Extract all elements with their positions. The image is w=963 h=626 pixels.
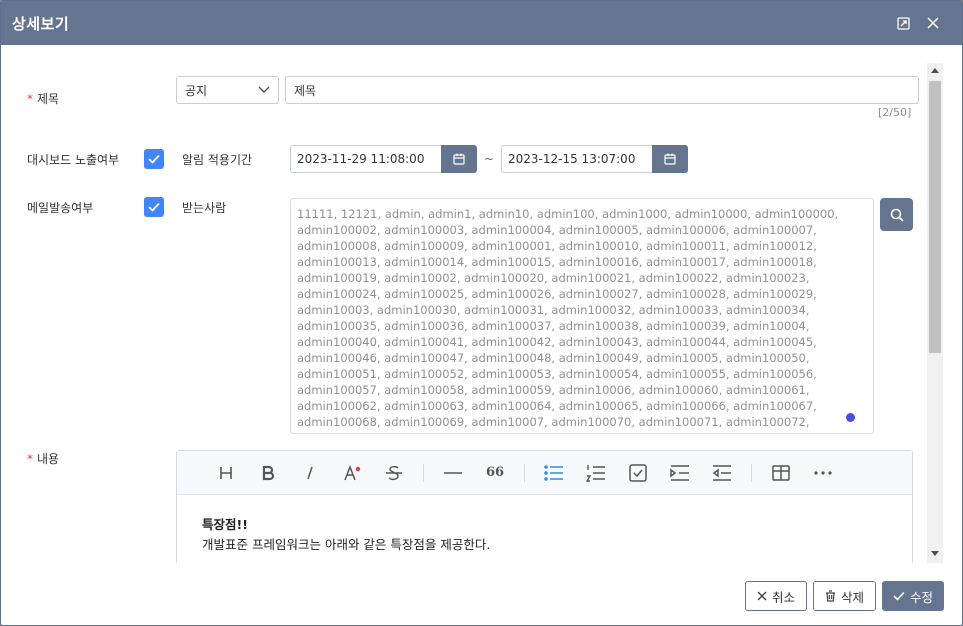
dashboard-label: 대시보드 노출여부 (27, 153, 120, 167)
start-date-picker-button[interactable] (441, 145, 477, 173)
dialog-content: * 제목 공지 제목 [2/50] 대시보드 노출여부 알림 적용기간 2023-… (1, 45, 927, 563)
title-label: * 제목 (27, 92, 60, 106)
scroll-up-arrow[interactable] (931, 66, 939, 74)
strikethrough-icon[interactable] (373, 458, 415, 488)
scroll-down-arrow[interactable] (931, 549, 939, 557)
horizontal-rule-icon[interactable] (432, 458, 474, 488)
expand-icon[interactable] (888, 8, 918, 38)
toolbar-separator (751, 463, 752, 482)
task-list-icon[interactable] (617, 458, 659, 488)
category-select[interactable]: 공지 (176, 76, 279, 104)
content-label: * 내용 (27, 452, 60, 466)
italic-icon[interactable] (289, 458, 331, 488)
trash-icon (825, 590, 835, 602)
search-icon (890, 208, 904, 222)
mail-send-checkbox[interactable] (144, 197, 164, 217)
detail-dialog: 상세보기 * 제목 공지 제목 [2/50] 대시보드 노출여부 알림 적용기간… (0, 0, 963, 626)
toolbar-separator (524, 463, 525, 482)
table-icon[interactable] (760, 458, 802, 488)
alert-period-label: 알림 적용기간 (182, 153, 253, 167)
toolbar-separator (423, 463, 424, 482)
start-date-value: 2023-11-29 11:08:00 (297, 152, 425, 166)
cancel-button[interactable]: 취소 (745, 581, 807, 611)
delete-button[interactable]: 삭제 (813, 581, 876, 611)
resize-handle[interactable] (846, 413, 855, 422)
recipients-label: 받는사람 (182, 201, 227, 215)
end-date-value: 2023-12-15 13:07:00 (508, 152, 636, 166)
check-icon (148, 154, 160, 164)
category-value: 공지 (185, 83, 208, 98)
more-icon[interactable] (802, 458, 844, 488)
title-char-counter: [2/50] (878, 106, 912, 119)
required-mark: * (27, 452, 33, 466)
outdent-icon[interactable] (701, 458, 743, 488)
dialog-title: 상세보기 (12, 14, 70, 33)
bullet-list-icon[interactable] (533, 458, 575, 488)
cancel-button-label: 취소 (771, 589, 795, 605)
recipient-search-button[interactable] (880, 198, 913, 231)
mail-send-label: 메일발송여부 (27, 201, 94, 215)
quote-icon[interactable]: 66 (474, 458, 516, 488)
check-icon (893, 591, 905, 601)
title-input-value: 제목 (294, 83, 317, 98)
dashboard-checkbox[interactable] (144, 149, 164, 169)
end-date-picker-button[interactable] (652, 145, 688, 173)
ordered-list-icon[interactable] (575, 458, 617, 488)
dialog-titlebar: 상세보기 (1, 1, 962, 45)
end-date-input[interactable]: 2023-12-15 13:07:00 (501, 145, 653, 173)
bold-icon[interactable] (247, 458, 289, 488)
save-button[interactable]: 수정 (882, 581, 944, 611)
dialog-footer: 취소 삭제 수정 (1, 563, 962, 625)
indent-icon[interactable] (659, 458, 701, 488)
close-icon (757, 591, 767, 601)
save-button-label: 수정 (909, 589, 933, 605)
date-range-separator: ~ (484, 152, 495, 166)
start-date-input[interactable]: 2023-11-29 11:08:00 (290, 145, 442, 173)
scroll-thumb[interactable] (929, 81, 941, 353)
chevron-down-icon (258, 86, 270, 93)
editor-body[interactable]: 특장점!! 개발표준 프레임워크는 아래와 같은 특장점을 제공한다. (177, 495, 912, 563)
recipients-textarea[interactable]: 11111, 12121, admin, admin1, admin10, ad… (290, 198, 874, 434)
close-icon[interactable] (918, 8, 948, 38)
content-scrollbar[interactable] (927, 63, 943, 563)
calendar-icon (664, 153, 676, 165)
required-mark: * (27, 92, 33, 106)
content-editor: 66 특장점!! 개발표준 프레임워크는 아래와 같은 특장점을 제공한다. (176, 450, 913, 563)
heading-icon[interactable] (205, 458, 247, 488)
editor-body-line: 개발표준 프레임워크는 아래와 같은 특장점을 제공한다. (202, 537, 491, 552)
text-color-icon[interactable] (331, 458, 373, 488)
check-icon (148, 202, 160, 212)
editor-heading-line: 특장점!! (202, 517, 248, 532)
calendar-icon (453, 153, 465, 165)
title-input[interactable]: 제목 (285, 76, 919, 104)
delete-button-label: 삭제 (840, 589, 864, 605)
editor-toolbar: 66 (177, 451, 912, 495)
